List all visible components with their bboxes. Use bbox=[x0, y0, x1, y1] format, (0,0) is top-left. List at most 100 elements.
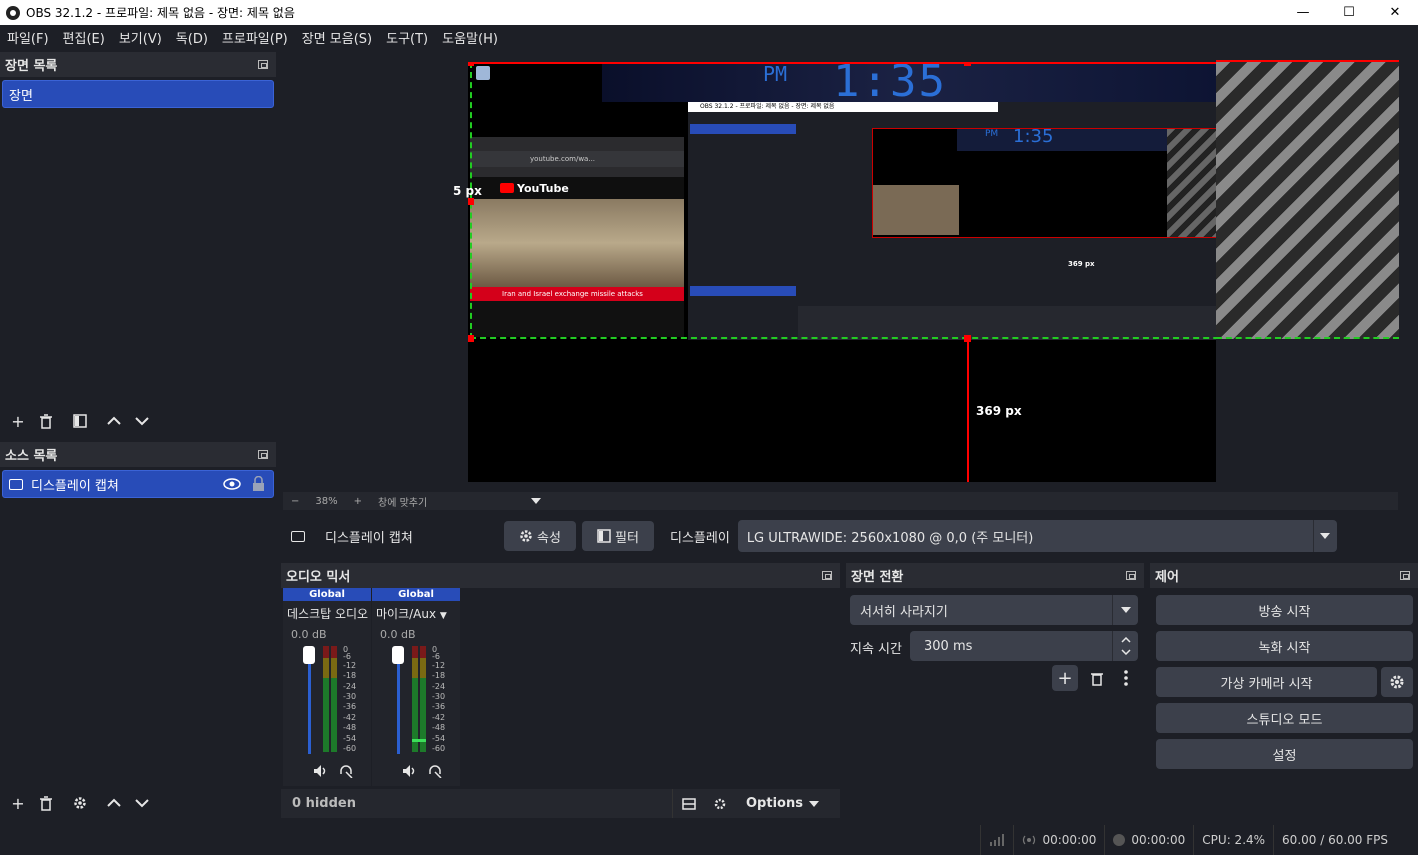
layout-icon bbox=[681, 797, 696, 810]
chevron-down-icon[interactable] bbox=[531, 498, 542, 504]
mixer-channel-mic: Global 마이크/Aux ▼ 0.0 dB 0 -6 -12 -18 -24… bbox=[372, 588, 460, 786]
zoom-in-button[interactable]: + bbox=[354, 496, 362, 507]
menu-file[interactable]: 파일(F) bbox=[0, 28, 56, 47]
filters-button[interactable]: 필터 bbox=[582, 521, 654, 551]
broadcast-icon bbox=[1023, 835, 1036, 845]
context-bar: 디스플레이 캡쳐 속성 필터 디스플레이 LG ULTRAWIDE: 2560x… bbox=[283, 516, 1418, 556]
volume-meter[interactable]: 0 -6 -12 -18 -24 -30 -36 -42 -48 -54 -60 bbox=[283, 644, 371, 756]
scale-18: -18 bbox=[432, 671, 445, 680]
menu-docks[interactable]: 독(D) bbox=[169, 28, 215, 47]
selection-bounding-box[interactable] bbox=[470, 62, 1216, 339]
channel-name-select[interactable]: 데스크탑 오디오 ▼ bbox=[283, 601, 371, 626]
mixer-options-button[interactable]: Options bbox=[746, 796, 819, 811]
properties-label: 속성 bbox=[537, 530, 561, 546]
zoom-fit-select[interactable]: 창에 맞추기 bbox=[378, 494, 427, 509]
duration-spinbox[interactable]: 300 ms bbox=[910, 631, 1138, 661]
channel-name-select[interactable]: 마이크/Aux ▼ bbox=[372, 601, 460, 626]
speaker-icon[interactable] bbox=[402, 764, 418, 778]
menu-help[interactable]: 도움말(H) bbox=[435, 28, 505, 47]
undock-icon[interactable] bbox=[258, 450, 268, 459]
selection-top-extension bbox=[1216, 60, 1399, 62]
transition-menu-button[interactable] bbox=[1116, 665, 1136, 691]
handle-bottom-mid[interactable] bbox=[964, 335, 971, 342]
undock-icon[interactable] bbox=[1400, 571, 1410, 580]
add-source-button[interactable]: + bbox=[4, 789, 32, 817]
remove-transition-button[interactable] bbox=[1084, 665, 1110, 691]
sources-header: 소스 목록 bbox=[0, 442, 276, 467]
remove-source-button[interactable] bbox=[32, 789, 60, 817]
preview-canvas[interactable]: PM 1:35 youtube.com/wa... YouTube Iran a… bbox=[468, 62, 1216, 482]
start-virtual-camera-button[interactable]: 가상 카메라 시작 bbox=[1156, 667, 1377, 697]
scale-60: -60 bbox=[432, 744, 445, 753]
add-scene-button[interactable]: + bbox=[4, 407, 32, 435]
scale-6: -6 bbox=[432, 652, 440, 661]
headphone-monitor-icon[interactable] bbox=[428, 764, 442, 778]
level-indicator bbox=[412, 739, 426, 742]
scenes-header: 장면 목록 bbox=[0, 52, 276, 77]
maximize-button[interactable]: ☐ bbox=[1326, 0, 1372, 25]
network-status bbox=[980, 825, 1013, 855]
undock-icon[interactable] bbox=[1126, 571, 1136, 580]
chevron-up-icon[interactable] bbox=[1120, 637, 1131, 643]
monitor-icon bbox=[9, 478, 23, 490]
trash-icon bbox=[40, 795, 52, 811]
menu-tools[interactable]: 도구(T) bbox=[379, 28, 435, 47]
headphone-monitor-icon[interactable] bbox=[339, 764, 353, 778]
scene-filters-button[interactable] bbox=[66, 407, 94, 435]
move-source-down-button[interactable] bbox=[128, 789, 156, 817]
display-select[interactable]: LG ULTRAWIDE: 2560x1080 @ 0,0 (주 모니터) bbox=[737, 520, 1337, 552]
menu-profile[interactable]: 프로파일(P) bbox=[215, 28, 295, 47]
move-scene-up-button[interactable] bbox=[100, 407, 128, 435]
source-properties-button[interactable] bbox=[66, 789, 94, 817]
handle-top-mid[interactable] bbox=[964, 62, 971, 66]
handle-left-mid[interactable] bbox=[468, 198, 474, 205]
menu-bar: 파일(F) 편집(E) 보기(V) 독(D) 프로파일(P) 장면 모음(S) … bbox=[0, 25, 1418, 50]
volume-slider-handle bbox=[392, 646, 404, 664]
move-source-up-button[interactable] bbox=[100, 789, 128, 817]
volume-meter[interactable]: 0 -6 -12 -18 -24 -30 -36 -42 -48 -54 -60 bbox=[372, 644, 460, 756]
menu-scene-collection[interactable]: 장면 모음(S) bbox=[295, 28, 379, 47]
advanced-audio-button[interactable] bbox=[704, 789, 736, 818]
menu-edit[interactable]: 편집(E) bbox=[56, 28, 112, 47]
offset-bottom-label: 369 px bbox=[976, 404, 1022, 418]
scale-54: -54 bbox=[432, 734, 445, 743]
handle-bottom-left[interactable] bbox=[468, 335, 474, 342]
filters-label: 필터 bbox=[615, 530, 639, 546]
scene-item-label: 장면 bbox=[9, 88, 33, 104]
transition-select-value: 서서히 사라지기 bbox=[860, 604, 948, 620]
handle-top-left[interactable] bbox=[468, 62, 474, 66]
remove-scene-button[interactable] bbox=[32, 407, 60, 435]
virtual-camera-settings-button[interactable] bbox=[1381, 667, 1413, 697]
scenes-panel: 장면 목록 장면 + bbox=[0, 52, 276, 436]
gear-icon bbox=[714, 798, 726, 809]
zoom-out-button[interactable]: − bbox=[291, 496, 299, 507]
scale-30: -30 bbox=[432, 692, 445, 701]
start-recording-button[interactable]: 녹화 시작 bbox=[1156, 631, 1413, 661]
settings-button[interactable]: 설정 bbox=[1156, 739, 1413, 769]
lock-icon[interactable] bbox=[252, 476, 265, 492]
close-button[interactable]: ✕ bbox=[1372, 0, 1418, 25]
record-status: 00:00:00 bbox=[1104, 825, 1193, 855]
mixer-layout-button[interactable] bbox=[672, 789, 704, 818]
transition-select[interactable]: 서서히 사라지기 bbox=[850, 595, 1138, 625]
chevron-down-icon[interactable] bbox=[1120, 649, 1131, 655]
speaker-icon[interactable] bbox=[313, 764, 329, 778]
menu-view[interactable]: 보기(V) bbox=[112, 28, 169, 47]
properties-button[interactable]: 속성 bbox=[504, 521, 576, 551]
stream-time: 00:00:00 bbox=[1042, 833, 1097, 847]
scale-60: -60 bbox=[343, 744, 356, 753]
add-transition-button[interactable]: + bbox=[1052, 665, 1078, 691]
undock-icon[interactable] bbox=[822, 571, 832, 580]
filter-icon bbox=[73, 414, 87, 428]
title-bar: OBS 32.1.2 - 프로파일: 제목 없음 - 장면: 제목 없음 — ☐… bbox=[0, 0, 1418, 25]
start-streaming-button[interactable]: 방송 시작 bbox=[1156, 595, 1413, 625]
minimize-button[interactable]: — bbox=[1280, 0, 1326, 25]
source-item[interactable]: 디스플레이 캡쳐 bbox=[2, 470, 274, 498]
move-scene-down-button[interactable] bbox=[128, 407, 156, 435]
undock-icon[interactable] bbox=[258, 60, 268, 69]
eye-icon[interactable] bbox=[223, 478, 241, 490]
scene-item[interactable]: 장면 bbox=[2, 80, 274, 108]
studio-mode-button[interactable]: 스튜디오 모드 bbox=[1156, 703, 1413, 733]
scenes-toolbar: + bbox=[0, 406, 156, 436]
gear-icon bbox=[520, 530, 532, 542]
